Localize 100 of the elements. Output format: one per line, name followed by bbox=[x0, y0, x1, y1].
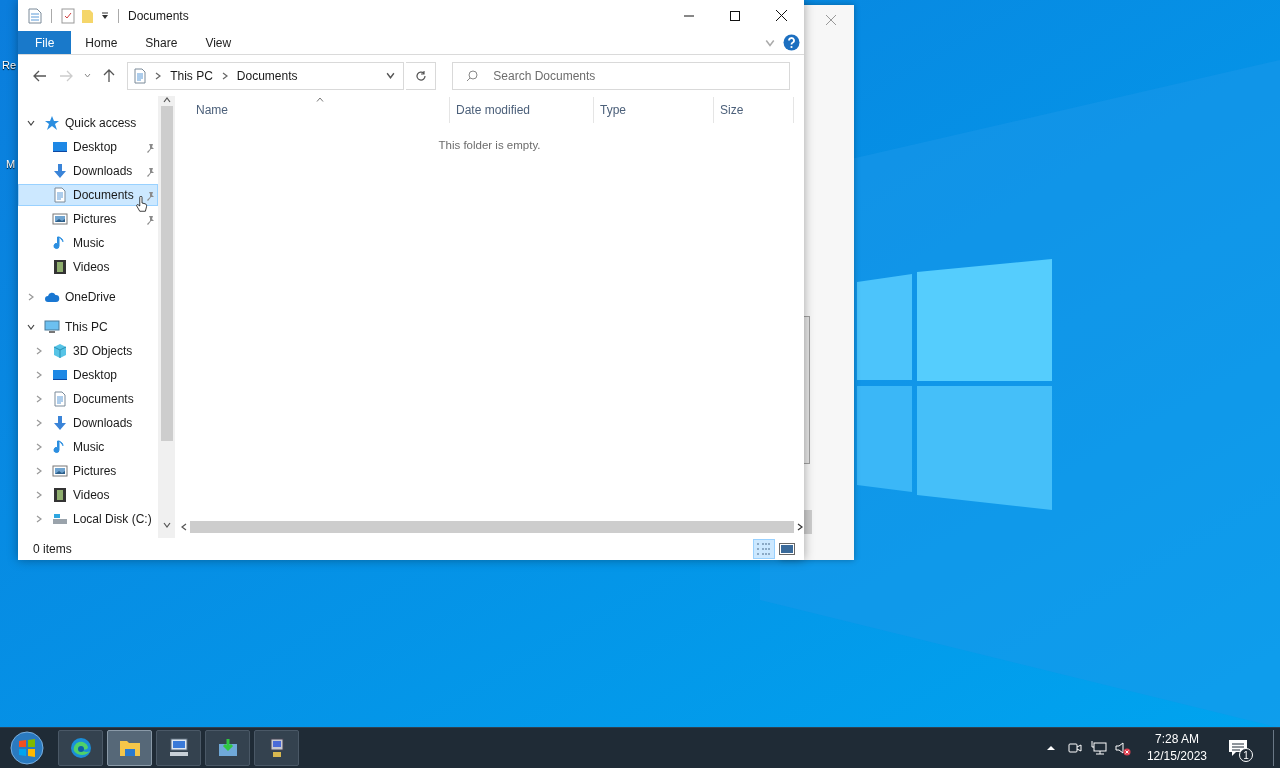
scrollbar-thumb[interactable] bbox=[160, 106, 173, 441]
hand-cursor-icon bbox=[136, 196, 148, 213]
picture-frame-icon bbox=[52, 211, 68, 227]
nav-tree-item[interactable]: OneDrive bbox=[18, 286, 158, 308]
file-menu-button[interactable]: File bbox=[18, 31, 72, 54]
expand-right-icon bbox=[35, 443, 43, 451]
forward-arrow-icon bbox=[58, 69, 73, 82]
nav-tree-item[interactable]: Music bbox=[18, 232, 158, 254]
nav-tree-item[interactable]: Pictures bbox=[18, 460, 158, 482]
nav-tree-item[interactable]: This PC bbox=[18, 316, 158, 338]
document-icon bbox=[52, 187, 68, 203]
chevron-icon bbox=[220, 71, 229, 80]
ribbon-tab[interactable]: View bbox=[191, 31, 246, 54]
column-header[interactable]: Date modified bbox=[450, 97, 594, 123]
help-icon[interactable] bbox=[783, 34, 800, 51]
expand-right-icon bbox=[35, 515, 43, 523]
volume-muted-icon[interactable] bbox=[1114, 740, 1131, 756]
nav-tree-item[interactable]: Desktop bbox=[18, 136, 158, 158]
film-strip-icon bbox=[52, 487, 68, 503]
ribbon-tab[interactable]: Home bbox=[71, 31, 132, 54]
expand-right-icon bbox=[35, 347, 43, 355]
taskbar-app-button[interactable] bbox=[205, 730, 250, 766]
taskbar-app-button[interactable] bbox=[254, 730, 299, 766]
breadcrumb-item[interactable]: This PC bbox=[168, 68, 215, 83]
notification-count: 1 bbox=[1239, 748, 1253, 762]
document-icon bbox=[52, 391, 68, 407]
nav-tree-item[interactable]: 3D Objects bbox=[18, 340, 158, 362]
taskbar-app-button[interactable] bbox=[58, 730, 103, 766]
nav-tree-item[interactable]: Videos bbox=[18, 484, 158, 506]
empty-folder-message: This folder is empty. bbox=[437, 139, 542, 151]
horizontal-scrollbar-thumb[interactable] bbox=[190, 521, 794, 533]
taskbar-app-button[interactable] bbox=[156, 730, 201, 766]
clock[interactable]: 7:28 AM 12/15/2023 bbox=[1146, 731, 1207, 765]
ribbon-tab[interactable]: Share bbox=[131, 31, 192, 54]
nav-tree-item[interactable]: Downloads bbox=[18, 160, 158, 182]
camera-icon[interactable] bbox=[1066, 740, 1083, 756]
close-icon bbox=[775, 10, 787, 21]
maximize-icon bbox=[730, 10, 740, 21]
down-arrow-icon bbox=[52, 163, 68, 179]
down-arrow-icon bbox=[52, 415, 68, 431]
up-arrow-icon bbox=[103, 68, 116, 83]
vertical-scrollbar[interactable] bbox=[158, 96, 175, 538]
sort-ascending-icon bbox=[316, 97, 324, 102]
computer-icon bbox=[44, 319, 60, 335]
search-icon bbox=[466, 69, 479, 82]
drive-icon bbox=[52, 511, 68, 527]
nav-tree-item[interactable]: Documents bbox=[18, 388, 158, 410]
back-arrow-icon bbox=[32, 69, 47, 82]
refresh-button[interactable] bbox=[406, 61, 437, 90]
scroll-up-icon bbox=[162, 96, 171, 104]
expand-down-icon bbox=[27, 119, 35, 127]
column-header[interactable]: Name bbox=[175, 97, 450, 123]
chevron-icon bbox=[154, 71, 163, 80]
address-bar[interactable]: This PC Documents bbox=[127, 61, 405, 90]
scroll-down-icon bbox=[162, 521, 171, 529]
network-icon[interactable] bbox=[1090, 740, 1107, 756]
dropdown-icon[interactable] bbox=[101, 11, 109, 20]
expand-ribbon-icon bbox=[765, 37, 775, 48]
refresh-icon bbox=[414, 69, 427, 82]
scroll-left-icon bbox=[180, 523, 188, 531]
notification-button[interactable]: 1 bbox=[1223, 733, 1253, 763]
star-icon bbox=[44, 115, 60, 131]
expand-right-icon bbox=[27, 293, 35, 301]
windows-logo-icon bbox=[10, 731, 44, 765]
nav-tree-item[interactable]: Music bbox=[18, 436, 158, 458]
close-icon bbox=[825, 14, 837, 26]
expand-down-icon bbox=[27, 323, 35, 331]
nav-tree-item[interactable]: Local Disk (C:) bbox=[18, 508, 158, 530]
caret-icon bbox=[83, 73, 91, 78]
nav-tree-item[interactable]: Videos bbox=[18, 256, 158, 278]
nav-tree-item[interactable]: Desktop bbox=[18, 364, 158, 386]
cube-icon bbox=[52, 343, 68, 359]
column-header[interactable]: Type bbox=[594, 97, 714, 123]
desktop-icon-label: M bbox=[6, 158, 16, 170]
window-title: Documents bbox=[128, 8, 189, 23]
clock-time: 7:28 AM bbox=[1154, 731, 1199, 748]
edge-browser-icon bbox=[68, 736, 93, 760]
monitor-icon bbox=[52, 367, 68, 383]
scrollbar-thumb bbox=[804, 510, 812, 534]
properties-icon[interactable] bbox=[61, 7, 75, 24]
caret-icon bbox=[386, 71, 395, 80]
scroll-right-icon bbox=[796, 523, 804, 531]
column-header[interactable]: Size bbox=[714, 97, 794, 123]
expand-right-icon bbox=[35, 467, 43, 475]
nav-tree-item[interactable]: Quick access bbox=[18, 112, 158, 134]
nav-tree-item[interactable]: Downloads bbox=[18, 412, 158, 434]
breadcrumb-item[interactable]: Documents bbox=[234, 68, 300, 83]
clock-date: 12/15/2023 bbox=[1146, 748, 1207, 765]
nav-tree-item[interactable]: Documents bbox=[18, 184, 158, 206]
expand-right-icon bbox=[35, 371, 43, 379]
picture-frame-icon bbox=[779, 543, 795, 555]
search-field[interactable]: Search Documents bbox=[452, 61, 790, 90]
nav-tree-item[interactable]: Pictures bbox=[18, 208, 158, 230]
picture-frame-icon bbox=[52, 463, 68, 479]
document-icon bbox=[132, 67, 149, 84]
expand-right-icon bbox=[35, 419, 43, 427]
expand-right-icon bbox=[35, 395, 43, 403]
desktop-icon-label: Re bbox=[2, 59, 17, 71]
film-strip-icon bbox=[52, 259, 68, 275]
taskbar-app-button[interactable] bbox=[107, 730, 152, 766]
